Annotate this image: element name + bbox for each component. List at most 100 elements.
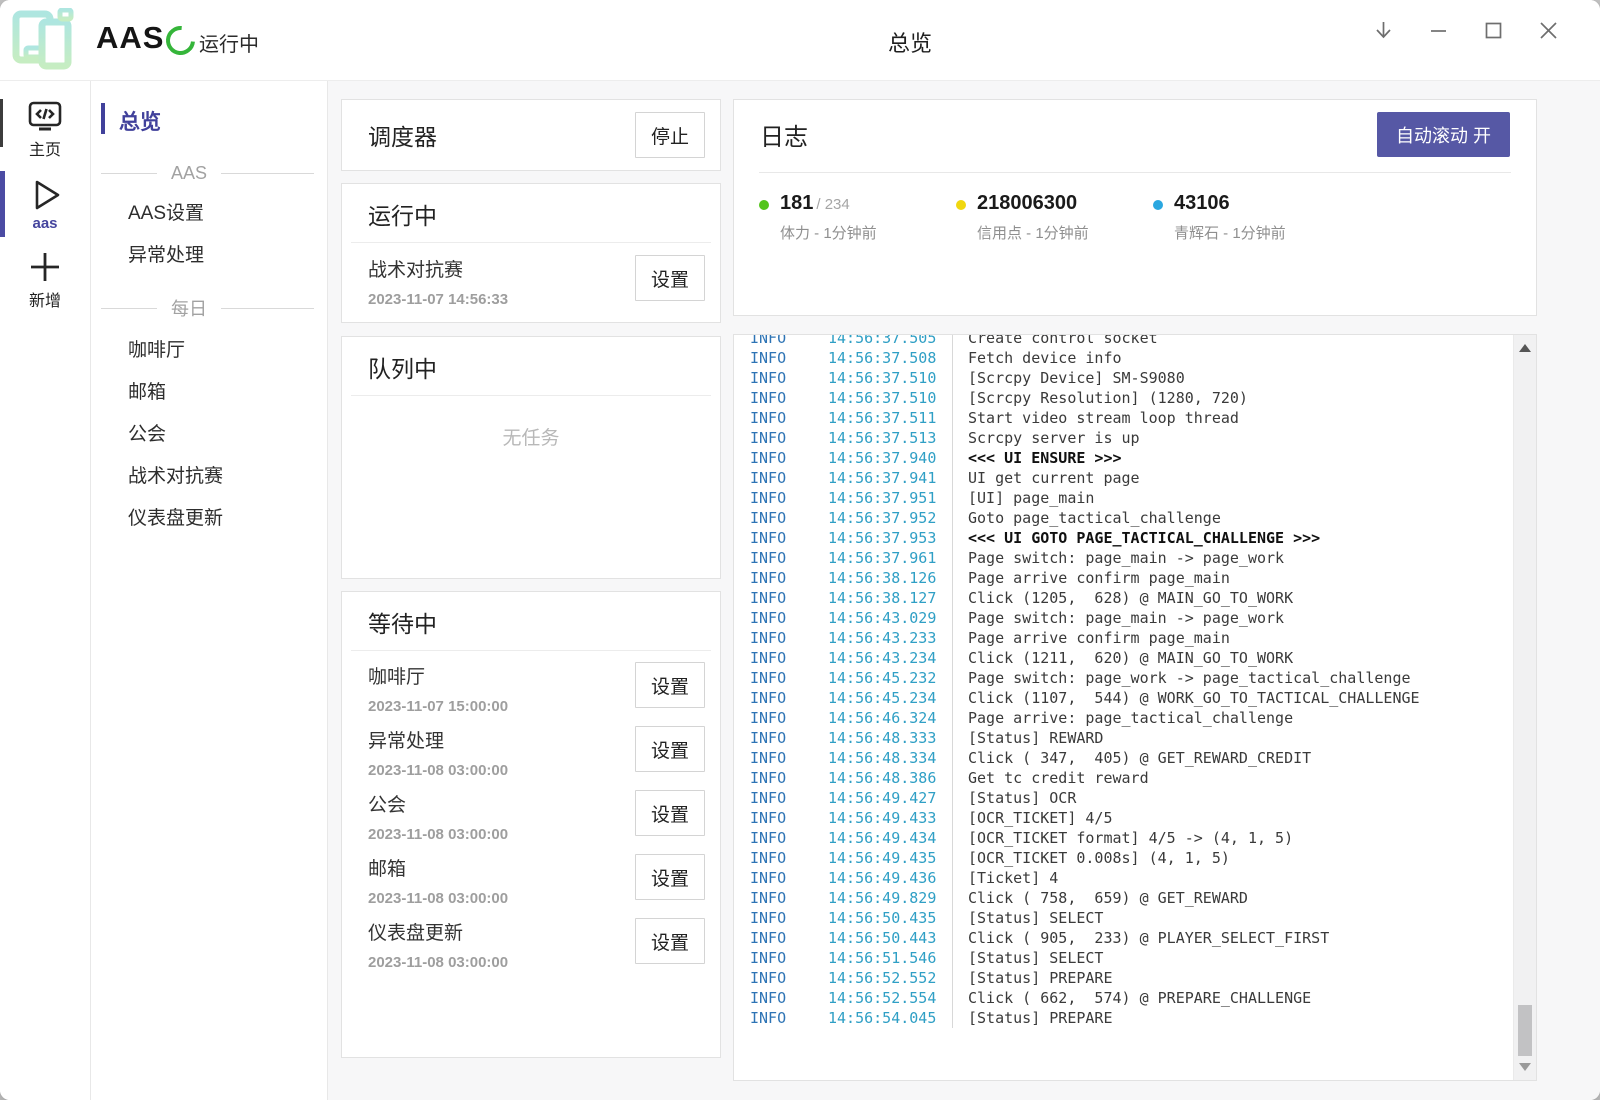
section-title: AAS <box>171 163 207 184</box>
minimize-button[interactable] <box>1427 19 1450 42</box>
running-card: 运行中 战术对抗赛 2023-11-07 14:56:33 设置 <box>341 183 721 323</box>
log-level: INFO <box>734 588 828 608</box>
log-timestamp: 14:56:48.386 <box>828 768 952 788</box>
sidebar-item-exception-handling[interactable]: 异常处理 <box>91 243 327 268</box>
sidebar-item-mailbox[interactable]: 邮箱 <box>91 380 327 405</box>
log-separator <box>952 388 953 408</box>
task-time: 2023-11-08 03:00:00 <box>368 954 635 971</box>
log-message: <<< UI GOTO PAGE_TACTICAL_CHALLENGE >>> <box>968 528 1320 548</box>
log-message: [Ticket] 4 <box>968 868 1058 888</box>
hide-to-tray-button[interactable] <box>1372 19 1395 42</box>
sidebar-item-guild[interactable]: 公会 <box>91 422 327 447</box>
autoscroll-toggle-button[interactable]: 自动滚动 开 <box>1377 112 1510 157</box>
stat-value: 43106 <box>1174 192 1230 214</box>
settings-button[interactable]: 设置 <box>635 726 705 772</box>
settings-button[interactable]: 设置 <box>635 662 705 708</box>
log-row: INFO 14:56:37.940 <<< UI ENSURE >>> <box>734 448 1536 468</box>
log-separator <box>952 928 953 948</box>
log-separator <box>952 528 953 548</box>
log-row: INFO 14:56:38.127 Click (1205, 628) @ MA… <box>734 588 1536 608</box>
log-message: Fetch device info <box>968 348 1122 368</box>
log-console[interactable]: INFO 14:56:37.505 Create control socket … <box>733 334 1537 1081</box>
rail-item-home[interactable]: 主页 <box>0 97 90 160</box>
settings-button[interactable]: 设置 <box>635 790 705 836</box>
log-message: Click ( 758, 659) @ GET_REWARD <box>968 888 1248 908</box>
log-separator <box>952 968 953 988</box>
rail-item-add[interactable]: 新增 <box>0 248 90 311</box>
scrollbar-thumb[interactable] <box>1518 1005 1532 1056</box>
stop-button[interactable]: 停止 <box>635 112 705 158</box>
log-separator <box>952 548 953 568</box>
maximize-button[interactable] <box>1482 19 1505 42</box>
log-timestamp: 14:56:48.333 <box>828 728 952 748</box>
log-message: [UI] page_main <box>968 488 1094 508</box>
nav-sidebar: 总览 AAS AAS设置 异常处理 每日 咖啡厅 邮箱 公会 战术对抗赛 仪表盘… <box>91 81 328 1100</box>
log-level: INFO <box>734 608 828 628</box>
log-separator <box>952 508 953 528</box>
log-row: INFO 14:56:45.232 Page switch: page_work… <box>734 668 1536 688</box>
settings-button[interactable]: 设置 <box>635 854 705 900</box>
log-timestamp: 14:56:48.334 <box>828 748 952 768</box>
scheduler-title: 调度器 <box>368 118 635 152</box>
running-spinner-icon <box>160 20 201 61</box>
log-timestamp: 14:56:37.508 <box>828 348 952 368</box>
log-row: INFO 14:56:37.953 <<< UI GOTO PAGE_TACTI… <box>734 528 1536 548</box>
sidebar-item-cafe[interactable]: 咖啡厅 <box>91 338 327 363</box>
log-message: [Status] SELECT <box>968 908 1103 928</box>
log-timestamp: 14:56:45.234 <box>828 688 952 708</box>
log-level: INFO <box>734 648 828 668</box>
scroll-up-arrow[interactable] <box>1519 344 1531 352</box>
log-level: INFO <box>734 748 828 768</box>
log-message: Page switch: page_main -> page_work <box>968 608 1284 628</box>
log-level: INFO <box>734 568 828 588</box>
log-separator <box>952 808 953 828</box>
log-level: INFO <box>734 728 828 748</box>
sidebar-item-overview[interactable]: 总览 <box>101 106 327 136</box>
log-separator <box>952 608 953 628</box>
log-message: Start video stream loop thread <box>968 408 1239 428</box>
log-row: INFO 14:56:50.443 Click ( 905, 233) @ PL… <box>734 928 1536 948</box>
resource-stat: 218006300 信用点 - 1分钟前 <box>956 192 1153 243</box>
log-scrollbar[interactable] <box>1513 335 1536 1080</box>
scheduler-status-text: 运行中 <box>199 28 259 57</box>
log-level: INFO <box>734 334 828 348</box>
waiting-task-row: 咖啡厅 2023-11-07 15:00:00 设置 <box>342 651 720 715</box>
log-timestamp: 14:56:37.505 <box>828 334 952 348</box>
log-separator <box>952 848 953 868</box>
log-timestamp: 14:56:37.510 <box>828 368 952 388</box>
arrow-down-icon <box>1372 19 1395 42</box>
settings-button[interactable]: 设置 <box>635 255 705 301</box>
log-row: INFO 14:56:49.433 [OCR_TICKET] 4/5 <box>734 808 1536 828</box>
log-separator <box>952 408 953 428</box>
log-level: INFO <box>734 628 828 648</box>
task-name: 公会 <box>368 790 635 817</box>
window-controls <box>1372 19 1560 42</box>
log-level: INFO <box>734 1008 828 1028</box>
sidebar-item-aas-settings[interactable]: AAS设置 <box>91 201 327 226</box>
sidebar-item-tactical-challenge[interactable]: 战术对抗赛 <box>91 464 327 489</box>
log-row: INFO 14:56:49.434 [OCR_TICKET format] 4/… <box>734 828 1536 848</box>
log-row: INFO 14:56:52.554 Click ( 662, 574) @ PR… <box>734 988 1536 1008</box>
waiting-title: 等待中 <box>342 592 720 650</box>
close-button[interactable] <box>1537 19 1560 42</box>
log-timestamp: 14:56:52.552 <box>828 968 952 988</box>
log-row: INFO 14:56:48.386 Get tc credit reward <box>734 768 1536 788</box>
sidebar-item-dashboard-update[interactable]: 仪表盘更新 <box>91 506 327 531</box>
log-level: INFO <box>734 928 828 948</box>
log-timestamp: 14:56:49.829 <box>828 888 952 908</box>
log-row: INFO 14:56:37.952 Goto page_tactical_cha… <box>734 508 1536 528</box>
log-level: INFO <box>734 388 828 408</box>
log-row: INFO 14:56:48.334 Click ( 347, 405) @ GE… <box>734 748 1536 768</box>
log-message: [Status] PREPARE <box>968 1008 1113 1028</box>
log-message: Click (1211, 620) @ MAIN_GO_TO_WORK <box>968 648 1293 668</box>
rail-label: 新增 <box>0 287 90 311</box>
rail-item-aas[interactable]: aas <box>0 176 90 232</box>
waiting-task-row: 公会 2023-11-08 03:00:00 设置 <box>342 779 720 843</box>
log-timestamp: 14:56:37.952 <box>828 508 952 528</box>
log-timestamp: 14:56:37.511 <box>828 408 952 428</box>
log-timestamp: 14:56:37.513 <box>828 428 952 448</box>
log-message: Page switch: page_main -> page_work <box>968 548 1284 568</box>
maximize-icon <box>1482 19 1505 42</box>
settings-button[interactable]: 设置 <box>635 918 705 964</box>
scroll-down-arrow[interactable] <box>1519 1063 1531 1071</box>
